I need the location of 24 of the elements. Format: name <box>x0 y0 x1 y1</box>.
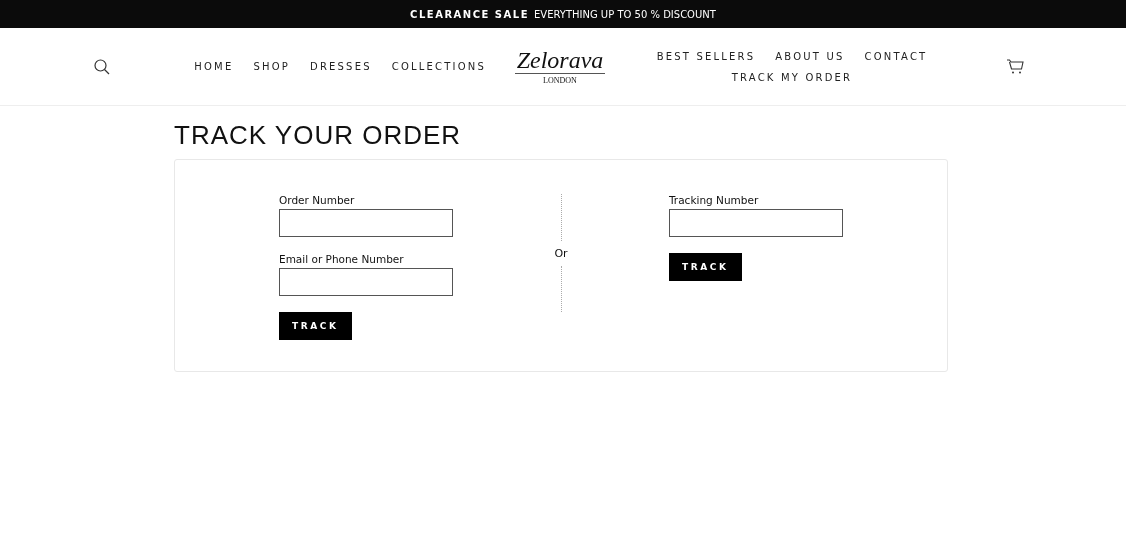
input-field[interactable] <box>669 209 843 237</box>
cart-icon[interactable] <box>1006 58 1024 75</box>
or-separator: Or <box>554 246 568 260</box>
nav-link[interactable]: ABOUT US <box>775 50 845 62</box>
search-icon[interactable] <box>94 58 110 75</box>
track-button[interactable]: TRACK <box>669 253 742 281</box>
field-label: Tracking Number <box>669 194 760 206</box>
track-button[interactable]: TRACK <box>279 312 352 340</box>
nav-link[interactable]: CONTACT <box>864 50 928 62</box>
announcement-text: EVERYTHING UP TO 50 % DISCOUNT <box>534 8 716 20</box>
nav-link[interactable]: TRACK MY ORDER <box>731 71 853 83</box>
page-title: TRACK YOUR ORDER <box>174 120 463 151</box>
logo-wordmark[interactable]: Zelorava <box>514 47 606 75</box>
nav-link[interactable]: COLLECTIONS <box>391 61 486 72</box>
input-field[interactable] <box>279 209 453 237</box>
nav-link[interactable]: SHOP <box>253 61 290 72</box>
nav-link[interactable]: BEST SELLERS <box>656 50 756 62</box>
field-label: Email or Phone Number <box>279 253 405 265</box>
nav-link[interactable]: DRESSES <box>310 61 372 72</box>
input-field[interactable] <box>279 268 453 296</box>
announcement-highlight: CLEARANCE SALE <box>410 8 529 20</box>
nav-link[interactable]: HOME <box>194 61 234 72</box>
field-label: Order Number <box>279 194 356 206</box>
logo-tagline: LONDON <box>543 76 577 86</box>
